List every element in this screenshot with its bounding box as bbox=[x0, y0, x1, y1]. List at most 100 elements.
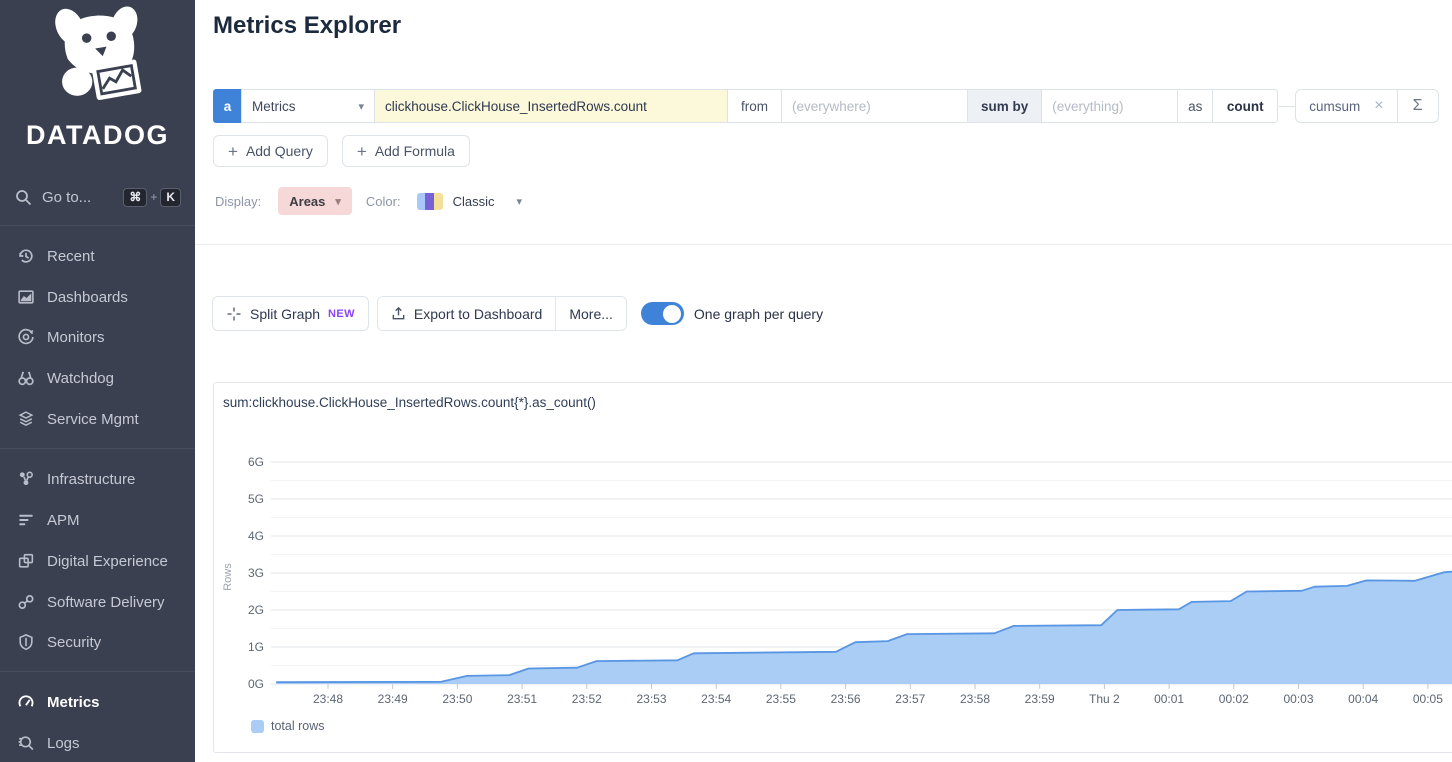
add-function-button[interactable]: Σ bbox=[1397, 90, 1438, 122]
graph-query-title: sum:clickhouse.ClickHouse_InsertedRows.c… bbox=[223, 395, 596, 410]
sidebar-item-service-mgmt[interactable]: Service Mgmt bbox=[0, 399, 195, 439]
metrics-explorer-app: DATADOG Go to... ⌘ + K Recent bbox=[0, 0, 1452, 762]
metric-name-input[interactable]: clickhouse.ClickHouse_InsertedRows.count bbox=[374, 89, 728, 123]
svg-text:23:56: 23:56 bbox=[831, 692, 861, 706]
sidebar-item-infrastructure[interactable]: Infrastructure bbox=[0, 459, 195, 499]
brand-wordmark: DATADOG bbox=[0, 120, 195, 151]
svg-text:00:02: 00:02 bbox=[1219, 692, 1249, 706]
color-palette-swatch[interactable] bbox=[417, 193, 443, 210]
k-key-badge: K bbox=[160, 188, 181, 207]
infrastructure-icon bbox=[16, 470, 35, 489]
chevron-down-icon[interactable]: ▾ bbox=[517, 195, 523, 208]
sidebar-item-dashboards[interactable]: Dashboards bbox=[0, 277, 195, 317]
datadog-logo[interactable] bbox=[0, 6, 195, 115]
one-graph-per-query-label: One graph per query bbox=[694, 306, 823, 322]
sidebar-item-label: Monitors bbox=[47, 329, 105, 346]
legend-swatch bbox=[251, 720, 264, 733]
sum-by-input[interactable]: (everything) bbox=[1041, 89, 1178, 123]
svg-text:23:55: 23:55 bbox=[766, 692, 796, 706]
sidebar-item-monitors[interactable]: Monitors bbox=[0, 317, 195, 357]
svg-text:00:03: 00:03 bbox=[1283, 692, 1313, 706]
svg-text:23:49: 23:49 bbox=[378, 692, 408, 706]
sidebar-item-recent[interactable]: Recent bbox=[0, 236, 195, 276]
close-icon[interactable]: × bbox=[1374, 98, 1383, 114]
sidebar-item-label: Dashboards bbox=[47, 289, 128, 306]
sidebar-item-watchdog[interactable]: Watchdog bbox=[0, 358, 195, 398]
display-type-value: Areas bbox=[289, 194, 325, 209]
sidebar-divider bbox=[0, 225, 195, 226]
svg-text:4G: 4G bbox=[248, 529, 264, 543]
add-query-label: Add Query bbox=[246, 143, 313, 159]
aggregator-dropdown[interactable]: count bbox=[1212, 89, 1278, 123]
as-label: as bbox=[1177, 89, 1213, 123]
monitors-icon bbox=[16, 328, 35, 347]
sum-by-label[interactable]: sum by bbox=[967, 89, 1042, 123]
sidebar-item-apm[interactable]: APM bbox=[0, 500, 195, 540]
sidebar-item-label: Software Delivery bbox=[47, 594, 165, 611]
legend-label: total rows bbox=[271, 719, 325, 733]
one-graph-per-query-toggle[interactable] bbox=[641, 302, 684, 325]
sidebar-divider bbox=[0, 448, 195, 449]
svg-text:5G: 5G bbox=[248, 492, 264, 506]
apm-icon bbox=[16, 511, 35, 530]
color-palette-value: Classic bbox=[453, 194, 495, 209]
security-icon bbox=[16, 633, 35, 652]
datadog-dog-icon bbox=[38, 6, 158, 110]
from-filter-input[interactable]: (everywhere) bbox=[781, 89, 968, 123]
svg-text:0G: 0G bbox=[248, 677, 264, 691]
query-letter-badge[interactable]: a bbox=[213, 89, 242, 123]
sidebar-item-label: APM bbox=[47, 512, 80, 529]
svg-text:2G: 2G bbox=[248, 603, 264, 617]
function-name: cumsum bbox=[1309, 99, 1360, 114]
more-label: More... bbox=[569, 306, 613, 322]
recent-icon bbox=[16, 247, 35, 266]
sidebar-item-label: Logs bbox=[47, 735, 80, 752]
add-formula-button[interactable]: + Add Formula bbox=[342, 135, 470, 167]
sidebar-item-security[interactable]: Security bbox=[0, 622, 195, 662]
split-graph-icon bbox=[226, 306, 242, 322]
export-icon bbox=[391, 306, 406, 321]
digital-experience-icon bbox=[16, 552, 35, 571]
metrics-icon bbox=[16, 693, 35, 712]
sidebar-item-label: Watchdog bbox=[47, 370, 114, 387]
export-to-dashboard-button[interactable]: Export to Dashboard bbox=[378, 297, 555, 330]
chart-legend[interactable]: total rows bbox=[251, 719, 325, 733]
sidebar-item-metrics[interactable]: Metrics bbox=[0, 682, 195, 722]
svg-text:Thu 2: Thu 2 bbox=[1089, 692, 1120, 706]
svg-text:23:53: 23:53 bbox=[636, 692, 666, 706]
sidebar-item-label: Digital Experience bbox=[47, 553, 168, 570]
svg-text:23:52: 23:52 bbox=[572, 692, 602, 706]
more-button[interactable]: More... bbox=[555, 297, 626, 330]
watchdog-icon bbox=[16, 369, 35, 388]
goto-search[interactable]: Go to... ⌘ + K bbox=[0, 182, 195, 212]
timeseries-chart[interactable]: 0G1G2G3G4G5G6G23:4823:4923:5023:5123:522… bbox=[214, 429, 1452, 731]
graph-card: sum:clickhouse.ClickHouse_InsertedRows.c… bbox=[213, 382, 1452, 753]
function-pill[interactable]: cumsum × bbox=[1296, 90, 1396, 122]
svg-text:Rows: Rows bbox=[222, 563, 234, 591]
goto-shortcut: ⌘ + K bbox=[123, 188, 181, 207]
svg-text:00:05: 00:05 bbox=[1413, 692, 1443, 706]
sidebar-item-label: Recent bbox=[47, 248, 95, 265]
svg-text:3G: 3G bbox=[248, 566, 264, 580]
add-formula-label: Add Formula bbox=[375, 143, 455, 159]
goto-label: Go to... bbox=[42, 189, 91, 206]
svg-text:00:04: 00:04 bbox=[1348, 692, 1378, 706]
sidebar-item-logs[interactable]: Logs bbox=[0, 723, 195, 762]
chevron-down-icon: ▾ bbox=[335, 195, 341, 208]
sigma-icon: Σ bbox=[1413, 97, 1423, 115]
new-badge: NEW bbox=[328, 308, 355, 320]
data-source-dropdown[interactable]: Metrics ▾ bbox=[241, 89, 375, 123]
add-query-button[interactable]: + Add Query bbox=[213, 135, 328, 167]
svg-text:6G: 6G bbox=[248, 455, 264, 469]
sidebar-item-label: Service Mgmt bbox=[47, 411, 139, 428]
svg-text:23:48: 23:48 bbox=[313, 692, 343, 706]
sidebar-item-digital-experience[interactable]: Digital Experience bbox=[0, 541, 195, 581]
display-options-row: Display: Areas ▾ Color: Classic ▾ bbox=[215, 186, 522, 216]
split-graph-button[interactable]: Split Graph NEW bbox=[212, 296, 369, 331]
display-type-dropdown[interactable]: Areas ▾ bbox=[278, 187, 352, 215]
query-actions-row: + Add Query + Add Formula bbox=[213, 135, 470, 167]
svg-text:23:58: 23:58 bbox=[960, 692, 990, 706]
svg-text:1G: 1G bbox=[248, 640, 264, 654]
display-label: Display: bbox=[215, 194, 261, 209]
sidebar-item-software-delivery[interactable]: Software Delivery bbox=[0, 582, 195, 622]
